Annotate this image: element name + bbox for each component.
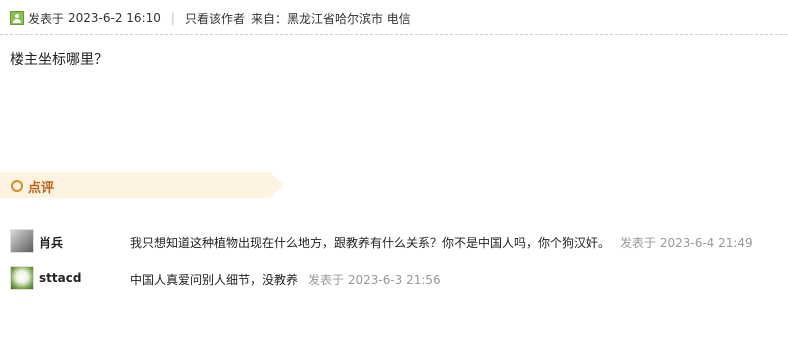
from-label: 来自： xyxy=(250,11,287,26)
comment-ring-icon xyxy=(11,180,23,192)
comment-time: 发表于 2023-6-3 21:56 xyxy=(308,273,441,287)
posted-label: 发表于 xyxy=(28,11,65,26)
comment-text: 我只想知道这种植物出现在什么地方，跟教养有什么关系？你不是中国人吗，你个狗汉奸。… xyxy=(130,234,753,251)
post-date: 2023-6-2 16:10 xyxy=(68,11,161,25)
comment-item: sttacd 中国人真爱问别人细节，没教养 发表于 2023-6-3 21:56 xyxy=(10,266,780,290)
comment-text: 中国人真爱问别人细节，没教养 发表于 2023-6-3 21:56 xyxy=(130,271,441,288)
comment-text-body: 中国人真爱问别人细节，没教养 xyxy=(130,273,299,287)
comments-header: 点评 xyxy=(0,172,284,198)
comment-username[interactable]: 肖兵 xyxy=(39,234,63,251)
comments-title: 点评 xyxy=(28,181,55,196)
meta-separator: | xyxy=(170,11,175,25)
only-author-link[interactable]: 只看该作者 xyxy=(185,10,245,27)
post-meta: 发表于 2023-6-2 16:10 | 只看该作者 来自： 黑龙江省哈尔滨市 … xyxy=(10,8,780,28)
post-location: 黑龙江省哈尔滨市 电信 xyxy=(286,11,411,26)
comment-item: 肖兵 我只想知道这种植物出现在什么地方，跟教养有什么关系？你不是中国人吗，你个狗… xyxy=(10,229,780,253)
post-body: 楼主坐标哪里？ xyxy=(10,52,108,68)
avatar[interactable] xyxy=(10,266,34,290)
comment-text-body: 我只想知道这种植物出现在什么地方，跟教养有什么关系？你不是中国人吗，你个狗汉奸。 xyxy=(130,236,611,250)
online-status-icon xyxy=(10,11,24,25)
avatar[interactable] xyxy=(10,229,34,253)
comment-time: 发表于 2023-6-4 21:49 xyxy=(620,236,753,250)
meta-divider xyxy=(0,34,788,35)
comment-username[interactable]: sttacd xyxy=(39,271,81,285)
